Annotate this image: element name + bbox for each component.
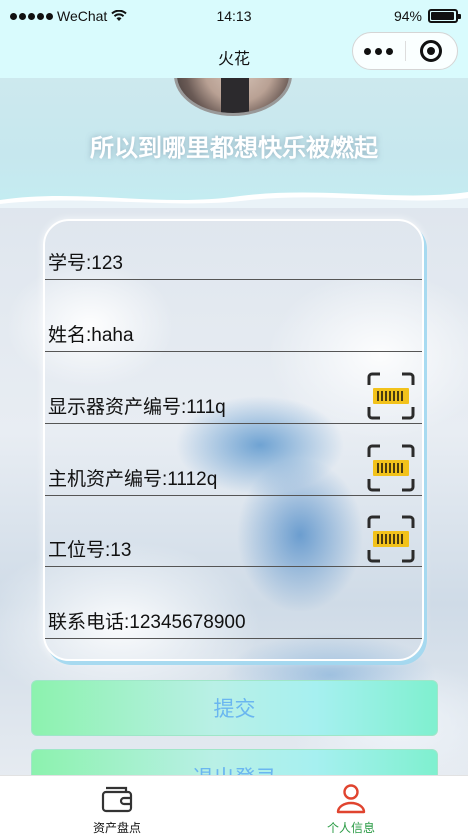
form-row-phone: 联系电话:12345678900 [45, 567, 422, 639]
person-icon [336, 784, 366, 814]
profile-form-card: 学号:123 姓名:haha 显示器资产编号:111q 主机资产编号:1112q… [43, 219, 424, 661]
monitor-asset-field[interactable]: 显示器资产编号:111q [48, 392, 226, 419]
barcode-scan-icon[interactable] [366, 514, 416, 564]
battery-status: 94% [393, 8, 461, 24]
tab-bar: 资产盘点 个人信息 [0, 775, 468, 836]
status-bar: WeChat 14:13 94% [0, 0, 468, 32]
nav-bar: 火花 [0, 32, 468, 78]
student-id-field[interactable]: 学号:123 [48, 248, 123, 275]
form-row-workstation: 工位号:13 [45, 495, 422, 567]
tab-asset-inventory[interactable]: 资产盘点 [0, 776, 234, 836]
barcode-scan-icon[interactable] [366, 443, 416, 493]
phone-field[interactable]: 联系电话:12345678900 [48, 607, 246, 634]
close-miniprogram-button[interactable] [405, 40, 457, 62]
form-row-name: 姓名:haha [45, 280, 422, 352]
name-field[interactable]: 姓名:haha [48, 320, 134, 347]
form-row-monitor-asset: 显示器资产编号:111q [45, 352, 422, 424]
avatar-figure [221, 78, 249, 113]
battery-icon [428, 9, 461, 23]
more-options-icon[interactable] [353, 47, 405, 55]
miniprogram-capsule [352, 32, 458, 70]
profile-banner: 所以到哪里都想快乐被燃起 [0, 78, 468, 208]
workstation-field[interactable]: 工位号:13 [48, 535, 131, 562]
wallet-icon [101, 786, 133, 813]
barcode-scan-icon[interactable] [366, 371, 416, 421]
avatar[interactable] [174, 78, 292, 116]
host-asset-field[interactable]: 主机资产编号:1112q [48, 464, 217, 491]
tab-label: 资产盘点 [92, 821, 141, 835]
tab-personal-info[interactable]: 个人信息 [234, 776, 468, 836]
form-row-student-id: 学号:123 [45, 208, 422, 280]
profile-motto: 所以到哪里都想快乐被燃起 [90, 135, 378, 162]
battery-percent: 94% [393, 8, 422, 24]
submit-button[interactable]: 提交 [31, 680, 438, 736]
banner-wave [0, 192, 468, 208]
form-row-host-asset: 主机资产编号:1112q [45, 424, 422, 496]
close-target-icon [420, 40, 443, 62]
tab-label: 个人信息 [326, 821, 375, 835]
